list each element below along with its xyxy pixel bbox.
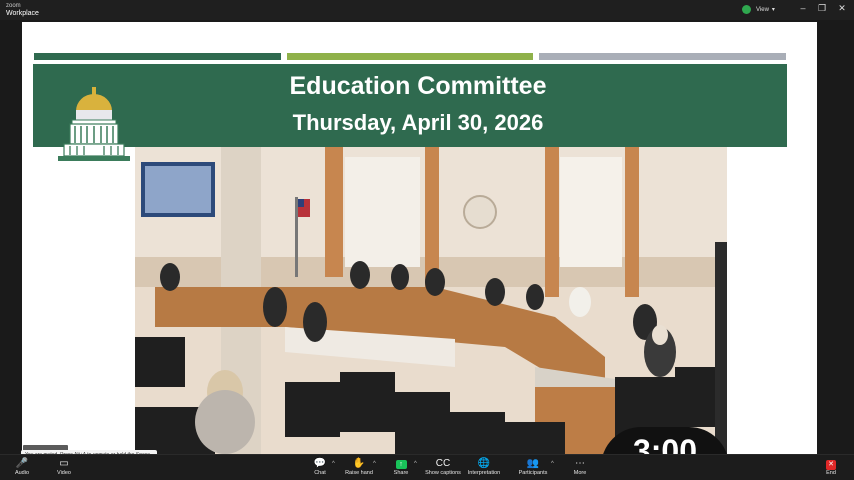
slide-date: Thursday, April 30, 2026 <box>292 110 544 135</box>
end-icon: ✕ <box>826 460 836 470</box>
close-window-button[interactable]: ✕ <box>836 3 848 14</box>
participants-label: Participants <box>518 470 548 476</box>
globe-icon: 🌐 <box>477 458 491 469</box>
chat-icon: 💬 <box>313 458 327 469</box>
brand-workplace-text: Workplace <box>6 10 39 17</box>
more-icon: ⋯ <box>575 458 585 469</box>
chat-button[interactable]: 💬 Chat <box>298 458 342 476</box>
microphone-icon: 🎤 <box>15 458 29 469</box>
shared-screen: Education Committee Thursday, April 30, … <box>22 22 817 454</box>
slide-title: Education Committee <box>289 72 547 100</box>
end-label: End <box>826 470 836 476</box>
participants-caret-icon[interactable]: ^ <box>551 461 554 467</box>
minimize-button[interactable]: – <box>797 3 809 13</box>
share-caret-icon[interactable]: ^ <box>414 461 417 467</box>
title-bar: zoom Workplace View ▾ – ❐ ✕ <box>0 0 854 20</box>
brand-zoom-text: zoom <box>6 3 21 9</box>
captions-icon: CC <box>435 458 451 469</box>
audio-button[interactable]: 🎤 Audio <box>0 458 44 476</box>
hearing-room-video <box>135 147 727 454</box>
participants-button[interactable]: 👥 Participants <box>511 458 555 476</box>
accent-bar-green <box>34 53 281 60</box>
participants-icon: 👥 <box>526 458 540 469</box>
raise-hand-caret-icon[interactable]: ^ <box>373 461 376 467</box>
chevron-down-icon: ▾ <box>771 7 775 13</box>
interpretation-button[interactable]: 🌐 Interpretation <box>462 458 506 476</box>
view-label: View <box>756 6 769 13</box>
interpretation-label: Interpretation <box>467 470 501 476</box>
accent-bar-lime <box>286 53 534 60</box>
share-screen-icon: ↑ <box>395 460 407 469</box>
show-captions-button[interactable]: CC Show captions <box>421 458 465 476</box>
meeting-toolbar: 🎤 Audio ▭ Video 💬 Chat ^ ✋ Raise hand ^ … <box>0 454 854 480</box>
video-button[interactable]: ▭ Video <box>42 458 86 476</box>
share-label: Share <box>393 470 409 476</box>
more-button[interactable]: ⋯ More <box>558 458 602 476</box>
hearing-room-scene <box>135 147 727 454</box>
show-captions-label: Show captions <box>425 470 461 476</box>
video-label: Video <box>57 470 71 476</box>
more-label: More <box>573 470 587 476</box>
audio-label: Audio <box>14 470 30 476</box>
shield-check-icon[interactable] <box>742 5 751 14</box>
capitol-logo <box>58 87 130 161</box>
slide-banner: Education Committee Thursday, April 30, … <box>33 64 787 147</box>
restore-button[interactable]: ❐ <box>816 3 828 14</box>
end-button[interactable]: ✕ End <box>809 458 853 476</box>
accent-bar-gray <box>539 53 787 60</box>
raise-hand-label: Raise hand <box>345 470 373 476</box>
view-button[interactable]: View ▾ <box>756 4 775 15</box>
accent-bars <box>34 53 787 60</box>
app-brand: zoom Workplace <box>6 2 39 18</box>
chat-label: Chat <box>314 470 326 476</box>
chat-caret-icon[interactable]: ^ <box>332 461 335 467</box>
video-camera-icon: ▭ <box>59 458 69 469</box>
